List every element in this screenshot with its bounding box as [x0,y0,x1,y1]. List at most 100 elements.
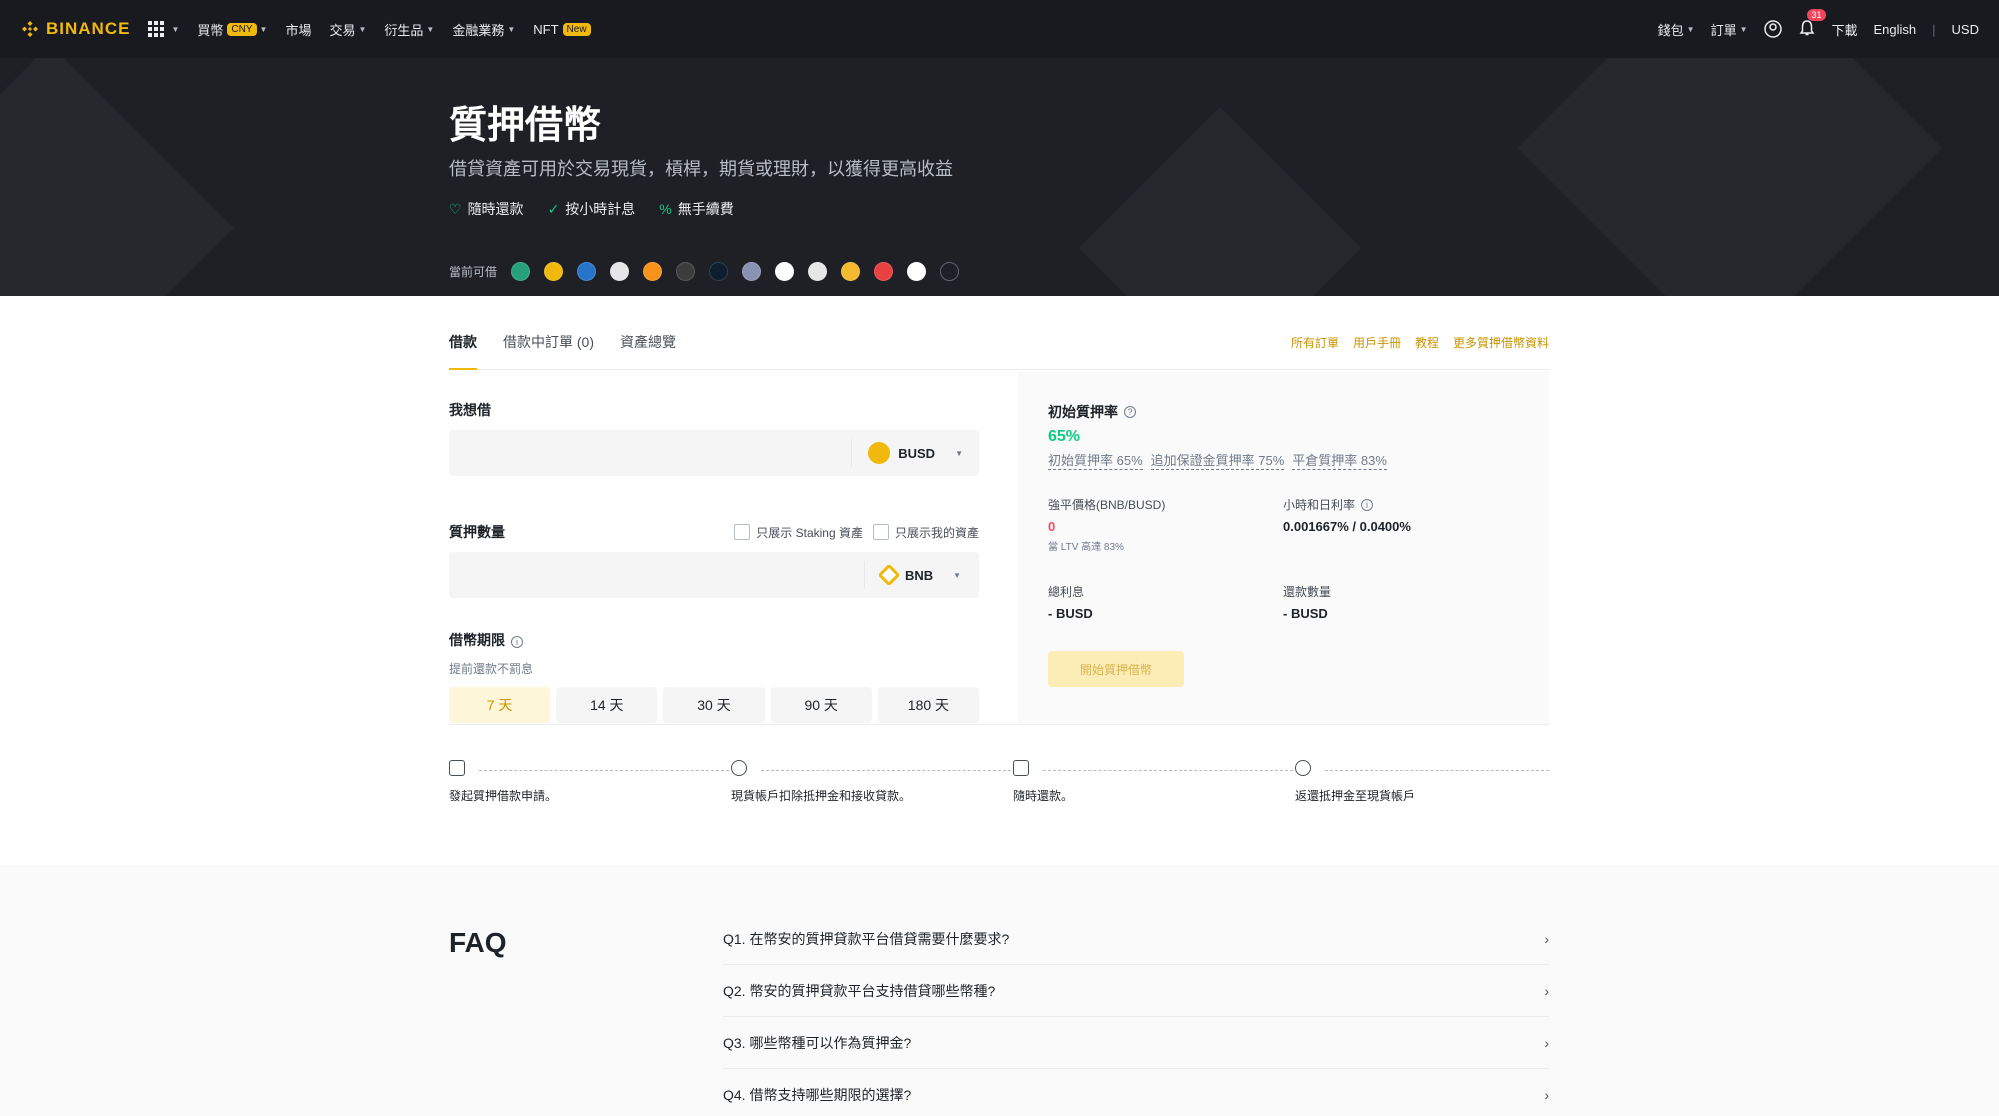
caret-down-icon: ▼ [171,24,180,34]
faq-item[interactable]: Q1. 在幣安的質押貸款平台借貸需要什麼要求? › [723,913,1549,965]
borrow-form: 我想借 BUSD ▼ 質押數量 只展示 Staking 資產 只展示我的資產 B… [449,400,980,723]
term-14-days[interactable]: 14 天 [556,687,658,723]
term-30-days[interactable]: 30 天 [663,687,765,723]
info-icon[interactable]: i [511,636,523,648]
question-icon[interactable]: ? [1124,406,1136,418]
link-coin-icon[interactable] [709,262,729,281]
staking-only-checkbox[interactable]: 只展示 Staking 資產 [734,524,863,541]
eth-coin-icon[interactable] [676,262,696,281]
dai-coin-icon[interactable] [610,262,630,281]
tab-asset-overview[interactable]: 資產總覽 [620,330,676,369]
all-orders-link[interactable]: 所有訂單 [1291,334,1339,369]
stat-value: 0.001667% / 0.0400% [1283,519,1411,534]
step-text: 發起質押借款申請。 [449,789,558,803]
currency-selector[interactable]: USD [1952,22,1979,37]
stat-value: - BUSD [1048,606,1093,621]
nav-label: 買幣 [197,22,224,38]
my-assets-only-checkbox[interactable]: 只展示我的資產 [872,524,979,541]
nav-derivatives[interactable]: 衍生品 ▼ [384,20,434,39]
avax-coin-icon[interactable] [874,262,894,281]
currency-pill: CNY [227,22,257,36]
more-coins-arrow-icon[interactable] [940,262,960,281]
stat-label: 還款數量 [1283,585,1332,599]
caret-down-icon: ▼ [358,24,367,34]
borrow-amount-box: BUSD ▼ [449,430,979,476]
total-interest-stat: 總利息 - BUSD [1048,583,1283,621]
term-180-days[interactable]: 180 天 [877,687,980,723]
nav-nft[interactable]: NFT New [533,21,591,37]
new-pill: New [562,22,591,36]
user-icon[interactable] [1763,20,1782,38]
collateral-coin-selector[interactable]: BNB ▼ [864,561,979,589]
page-subtitle: 借貸資產可用於交易現貨，槓桿，期貨或理財，以獲得更高收益 [449,159,953,179]
page-title: 質押借幣 [449,105,602,147]
check-circle-icon: ✓ [547,200,560,217]
faq-item[interactable]: Q2. 幣安的質押貸款平台支持借貸哪些幣種? › [723,965,1549,1017]
borrow-coin-selector[interactable]: BUSD ▼ [851,439,979,467]
nav-finance[interactable]: 金融業務 ▼ [452,20,515,39]
usdt-coin-icon[interactable] [511,262,531,281]
faq-section: FAQ Q1. 在幣安的質押貸款平台借貸需要什麼要求? › Q2. 幣安的質押貸款… [0,865,1999,1116]
caret-down-icon: ▼ [426,24,435,34]
ltv-liquidation: 平倉質押率 83% [1292,450,1387,470]
busd-coin-icon[interactable] [544,262,564,281]
top-nav: BINANCE ▼ 買幣 CNY ▼ 市場 交易 ▼ 衍生品 ▼ 金融業務 ▼ … [0,0,1999,58]
checkbox-label: 只展示我的資產 [894,525,979,540]
term-7-days[interactable]: 7 天 [449,687,551,723]
step-receive: 現貨帳戶扣除抵押金和接收貸款。 [731,760,911,805]
faq-item[interactable]: Q4. 借幣支持哪些期限的選擇? › [723,1069,1549,1116]
initial-ltv-label: 初始質押率 [1048,404,1118,420]
nav-buy-crypto[interactable]: 買幣 CNY ▼ [197,20,267,39]
bg-shape [1517,58,1943,296]
nav-trade[interactable]: 交易 ▼ [329,20,366,39]
caret-down-icon: ▼ [1739,24,1748,34]
bitcoin-cash-coin-icon[interactable] [907,262,927,281]
info-icon[interactable]: i [1361,498,1374,511]
language-selector[interactable]: English [1874,22,1917,37]
term-90-days[interactable]: 90 天 [770,687,872,723]
bnb-icon [877,563,901,587]
wallet-menu[interactable]: 錢包 ▼ [1658,20,1695,39]
download-link[interactable]: 下載 [1832,20,1858,39]
faq-item[interactable]: Q3. 哪些幣種可以作為質押金? › [723,1017,1549,1069]
nav-label: NFT [533,21,559,37]
ada-coin-icon[interactable] [775,262,795,281]
dot-coin-icon[interactable] [742,262,762,281]
tab-ongoing-orders[interactable]: 借款中訂單 (0) [503,330,594,369]
start-borrow-button[interactable]: 開始質押借幣 [1048,651,1184,687]
stat-value: - BUSD [1283,606,1328,621]
orders-menu[interactable]: 訂單 ▼ [1711,20,1748,39]
chevron-right-icon: › [1544,982,1549,999]
bg-shape [0,58,234,296]
medal-icon: ♡ [449,200,462,217]
borrow-label: 我想借 [449,402,491,418]
nav-markets[interactable]: 市場 [285,20,311,39]
more-info-link[interactable]: 更多質押借幣資料 [1453,334,1549,369]
stat-label: 小時和日利率 [1283,498,1356,512]
process-steps: 發起質押借款申請。 現貨帳戶扣除抵押金和接收貸款。 隨時還款。 返還抵押金至現貨… [449,760,1549,820]
collateral-amount-input[interactable] [449,552,864,598]
step-repay: 隨時還款。 [1013,760,1193,805]
loan-tabs: 借款 借款中訂單 (0) 資產總覽 所有訂單 用戶手冊 教程 更多質押借幣資料 [449,330,1549,370]
btc-coin-icon[interactable] [643,262,663,281]
binance-logo[interactable]: BINANCE [20,19,130,39]
user-guide-link[interactable]: 用戶手冊 [1353,334,1401,369]
notifications-button[interactable]: 31 [1798,8,1826,40]
nav-label: 金融業務 [452,22,505,38]
step-return: 返還抵押金至現貨帳戶 [1295,760,1475,805]
step-text: 隨時還款。 [1013,789,1074,803]
bnb-coin-icon[interactable] [841,262,861,281]
tab-borrow[interactable]: 借款 [449,330,477,370]
feature-hourly-interest: ✓ 按小時計息 [548,199,636,219]
apps-menu[interactable]: ▼ [148,21,179,37]
checkbox-box [872,524,889,540]
tutorial-link[interactable]: 教程 [1415,334,1439,369]
step-text: 現貨帳戶扣除抵押金和接收貸款。 [731,789,912,803]
xrp-coin-icon[interactable] [808,262,828,281]
exchange-icon [731,760,747,776]
borrow-amount-input[interactable] [449,430,852,476]
usdc-coin-icon[interactable] [577,262,597,281]
wallet-label: 錢包 [1657,22,1684,38]
stat-label: 總利息 [1048,585,1085,599]
term-options: 7 天 14 天 30 天 90 天 180 天 [449,687,980,723]
